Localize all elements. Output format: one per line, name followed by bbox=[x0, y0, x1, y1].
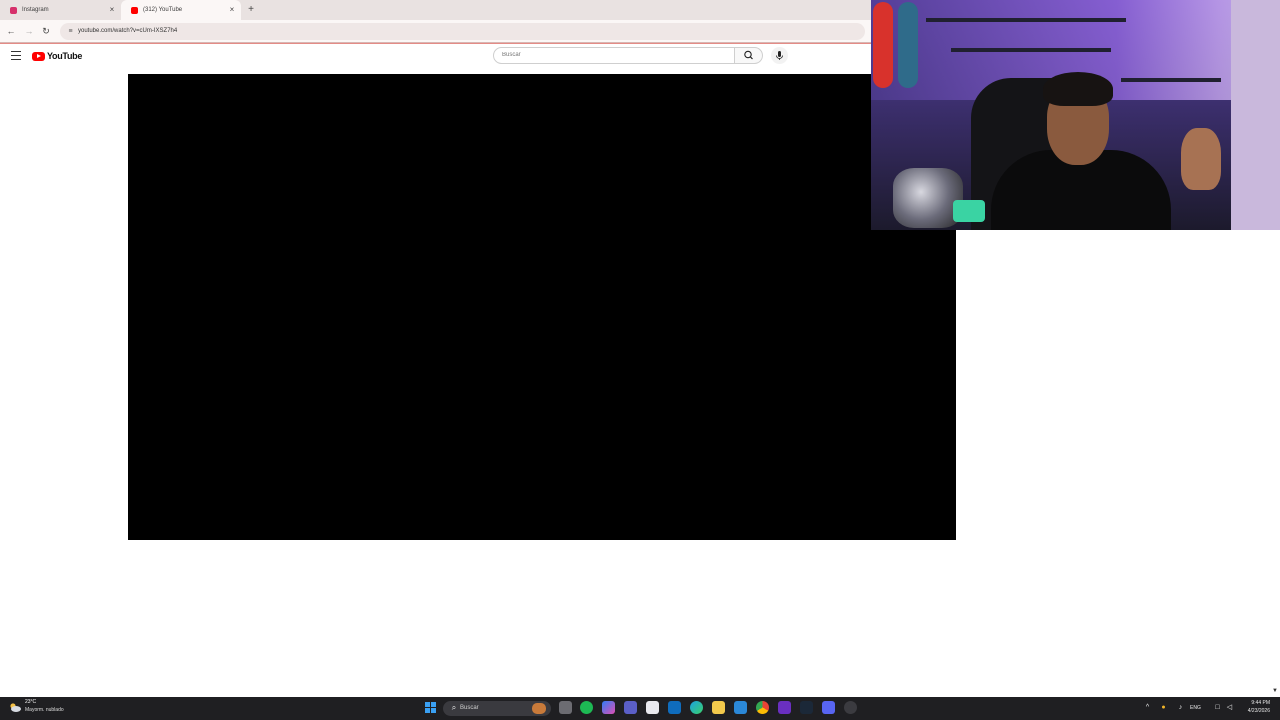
language-indicator[interactable]: ENG bbox=[1190, 705, 1201, 712]
microphone-icon bbox=[776, 51, 783, 60]
network-icon[interactable]: □ bbox=[1213, 703, 1222, 713]
volume-icon[interactable]: ◁ bbox=[1225, 703, 1234, 713]
youtube-icon bbox=[131, 6, 138, 14]
webcam-overlay bbox=[871, 0, 1280, 230]
search-input[interactable] bbox=[502, 48, 722, 63]
search-box[interactable] bbox=[493, 47, 735, 64]
edge-icon[interactable] bbox=[690, 701, 703, 714]
steam-icon[interactable] bbox=[800, 701, 813, 714]
forward-button[interactable]: → bbox=[23, 25, 35, 37]
outlook-icon[interactable] bbox=[668, 701, 681, 714]
reload-button[interactable]: ↻ bbox=[40, 25, 52, 37]
chevron-up-icon[interactable]: ^ bbox=[1143, 703, 1152, 713]
teams-icon[interactable] bbox=[624, 701, 637, 714]
file-explorer-icon[interactable] bbox=[712, 701, 725, 714]
windows-start-icon[interactable] bbox=[424, 701, 437, 714]
discord-icon[interactable] bbox=[822, 701, 835, 714]
search-highlight-icon bbox=[532, 703, 546, 714]
youtube-logo-text: YouTube bbox=[47, 51, 83, 61]
chrome-icon[interactable] bbox=[756, 701, 769, 714]
scroll-down-icon[interactable]: ▼ bbox=[1272, 688, 1278, 694]
voice-search-button[interactable] bbox=[771, 47, 788, 64]
taskbar: 23°C Mayorm. nublado ⌕ Buscar ^ ● ♪ ENG … bbox=[0, 697, 1280, 720]
photos-icon[interactable] bbox=[734, 701, 747, 714]
screen: Instagram × (312) YouTube × + ← → ↻ ≡ yo… bbox=[0, 0, 1280, 720]
weather-description[interactable]: Mayorm. nublado bbox=[25, 706, 64, 714]
back-button[interactable]: ← bbox=[5, 25, 17, 37]
address-bar[interactable]: ≡ youtube.com/watch?v=cUm-IXSZ7h4 bbox=[60, 23, 865, 40]
taskbar-search[interactable]: ⌕ Buscar bbox=[443, 701, 551, 716]
search-icon bbox=[744, 50, 753, 60]
tray-app-icon[interactable]: ● bbox=[1159, 703, 1168, 713]
task-view-icon[interactable] bbox=[559, 701, 572, 714]
site-info-icon[interactable]: ≡ bbox=[66, 26, 75, 37]
tab-title: (312) YouTube bbox=[143, 7, 183, 13]
weather-temperature[interactable]: 23°C bbox=[25, 698, 36, 706]
search-icon: ⌕ bbox=[451, 703, 457, 712]
tab-title: Instagram bbox=[22, 7, 49, 13]
instagram-icon bbox=[10, 6, 17, 14]
cloud-moon-icon[interactable] bbox=[9, 702, 22, 713]
youtube-logo[interactable]: YouTube bbox=[32, 50, 82, 62]
spotify-icon[interactable] bbox=[580, 701, 593, 714]
address-url[interactable]: youtube.com/watch?v=cUm-IXSZ7h4 bbox=[78, 23, 177, 40]
video-player[interactable] bbox=[128, 74, 956, 540]
app-icon[interactable] bbox=[778, 701, 791, 714]
microphone-icon[interactable]: ♪ bbox=[1176, 703, 1185, 713]
divider bbox=[0, 43, 871, 44]
store-icon[interactable] bbox=[646, 701, 659, 714]
tab-youtube[interactable]: (312) YouTube × bbox=[121, 0, 241, 20]
tab-instagram[interactable]: Instagram × bbox=[0, 0, 121, 20]
close-icon[interactable]: × bbox=[107, 5, 117, 15]
copilot-icon[interactable] bbox=[602, 701, 615, 714]
tab-strip: Instagram × (312) YouTube × + bbox=[0, 0, 871, 20]
new-tab-button[interactable]: + bbox=[246, 3, 256, 17]
browser-toolbar: ← → ↻ ≡ youtube.com/watch?v=cUm-IXSZ7h4 bbox=[0, 20, 871, 43]
youtube-play-icon bbox=[32, 51, 45, 61]
clock-date[interactable]: 4/23/2026 bbox=[1236, 708, 1270, 715]
close-icon[interactable]: × bbox=[227, 5, 237, 15]
search-button[interactable] bbox=[735, 47, 763, 64]
menu-icon[interactable] bbox=[11, 51, 21, 60]
obs-icon[interactable] bbox=[844, 701, 857, 714]
clock-time[interactable]: 9:44 PM bbox=[1236, 700, 1270, 707]
taskbar-search-label: Buscar bbox=[460, 705, 479, 711]
